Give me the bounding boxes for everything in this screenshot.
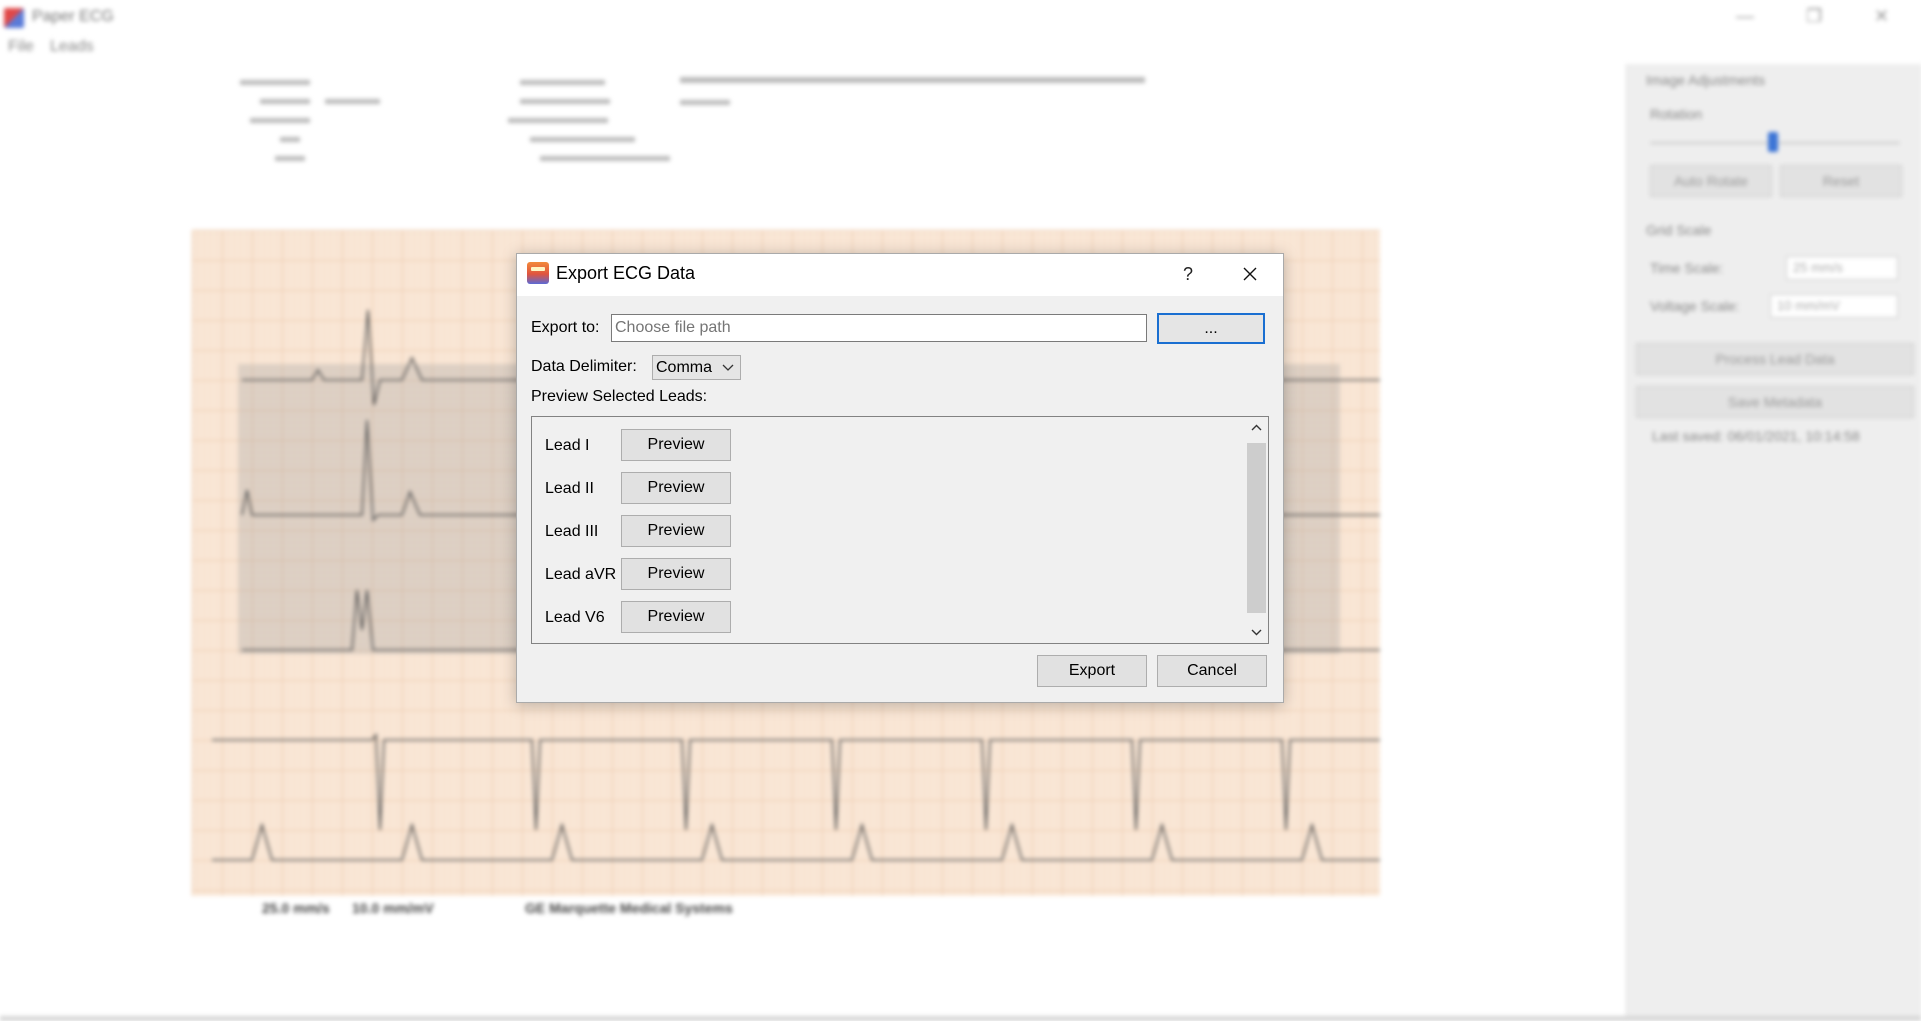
lead-label: Lead III — [545, 523, 599, 540]
save-metadata-button[interactable]: Save Metadata — [1636, 386, 1914, 418]
cancel-button[interactable]: Cancel — [1157, 655, 1267, 687]
close-icon — [1243, 267, 1257, 281]
rotation-slider-handle[interactable] — [1768, 132, 1778, 152]
last-saved-text: Last saved: 06/01/2021, 10:14:58 — [1652, 428, 1860, 444]
process-lead-data-button[interactable]: Process Lead Data — [1636, 343, 1914, 375]
chevron-down-icon — [722, 364, 734, 371]
delimiter-select-value: Comma — [656, 359, 713, 376]
ecg-speed-label: 25.0 mm/s — [262, 900, 330, 916]
ecg-device-label: GE Marquette Medical Systems — [525, 900, 733, 916]
lead-label: Lead V6 — [545, 609, 605, 626]
app-logo-icon — [527, 262, 549, 284]
reset-rotation-button[interactable]: Reset — [1780, 165, 1902, 197]
lead-label: Lead II — [545, 480, 594, 497]
list-item: Lead V6 Preview — [532, 601, 1232, 635]
leads-list: Lead I Preview Lead II Preview Lead III … — [531, 416, 1269, 644]
browse-button[interactable]: ... — [1157, 313, 1265, 344]
scrollbar-thumb[interactable] — [1247, 443, 1266, 613]
app-titlebar: Paper ECG — ❐ ✕ — [0, 0, 1921, 34]
file-path-input[interactable] — [611, 314, 1147, 342]
lead-label: Lead I — [545, 437, 590, 454]
close-button[interactable] — [1233, 260, 1267, 288]
delimiter-select[interactable]: Comma — [652, 355, 741, 380]
scroll-up-button[interactable] — [1245, 417, 1268, 439]
vertical-scrollbar[interactable] — [1245, 417, 1268, 643]
app-logo-icon — [4, 8, 24, 28]
minimize-icon[interactable]: — — [1736, 6, 1754, 27]
preview-lead-v6-button[interactable]: Preview — [621, 601, 731, 633]
preview-lead-avr-button[interactable]: Preview — [621, 558, 731, 590]
image-adjustments-panel — [1626, 64, 1921, 1021]
scroll-down-button[interactable] — [1245, 621, 1268, 643]
preview-lead-ii-button[interactable]: Preview — [621, 472, 731, 504]
list-item: Lead aVR Preview — [532, 558, 1232, 592]
window-close-icon[interactable]: ✕ — [1874, 6, 1889, 27]
preview-leads-heading: Preview Selected Leads: — [531, 388, 708, 405]
grid-scale-heading: Grid Scale — [1646, 222, 1712, 238]
voltage-scale-label: Voltage Scale: — [1650, 298, 1740, 314]
preview-lead-iii-button[interactable]: Preview — [621, 515, 731, 547]
list-item: Lead III Preview — [532, 515, 1232, 549]
image-adjustments-heading: Image Adjustments — [1646, 72, 1766, 88]
chevron-down-icon — [1251, 629, 1262, 636]
export-ecg-dialog: Export ECG Data ? Export to: ... Data De… — [516, 253, 1284, 703]
dialog-title: Export ECG Data — [556, 263, 696, 283]
help-button[interactable]: ? — [1173, 260, 1203, 288]
dialog-titlebar: Export ECG Data ? — [517, 254, 1283, 296]
export-to-label: Export to: — [531, 319, 600, 336]
maximize-icon[interactable]: ❐ — [1806, 6, 1822, 27]
status-bar — [0, 1016, 1921, 1021]
time-scale-label: Time Scale: — [1650, 260, 1724, 276]
data-delimiter-label: Data Delimiter: — [531, 358, 637, 375]
menu-leads[interactable]: Leads — [50, 38, 94, 56]
menu-file[interactable]: File — [8, 38, 34, 56]
ecg-gain-label: 10.0 mm/mV — [352, 900, 434, 916]
list-item: Lead II Preview — [532, 472, 1232, 506]
chevron-up-icon — [1251, 424, 1262, 431]
rotation-label: Rotation — [1650, 106, 1703, 122]
app-title: Paper ECG — [32, 8, 114, 25]
lead-label: Lead aVR — [545, 566, 617, 583]
time-scale-spinbox[interactable]: 25 mm/s — [1786, 256, 1898, 280]
list-item: Lead I Preview — [532, 429, 1232, 463]
auto-rotate-button[interactable]: Auto Rotate — [1650, 165, 1772, 197]
preview-lead-i-button[interactable]: Preview — [621, 429, 731, 461]
voltage-scale-spinbox[interactable]: 10 mm/mV — [1770, 294, 1898, 318]
export-button[interactable]: Export — [1037, 655, 1147, 687]
